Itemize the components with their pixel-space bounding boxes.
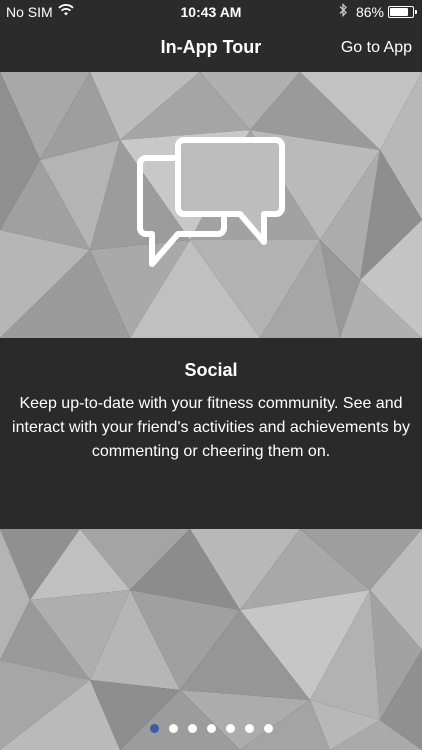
go-to-app-button[interactable]: Go to App	[341, 39, 412, 57]
app-screen: No SIM 10:43 AM 86% In-App Tour Go to Ap…	[0, 0, 422, 750]
page-dot-5[interactable]	[225, 724, 235, 733]
page-dot-3[interactable]	[187, 724, 197, 733]
chat-bubbles-icon	[137, 137, 285, 267]
battery-icon	[388, 6, 417, 18]
battery-percent: 86%	[355, 4, 384, 20]
feature-description-panel: Social Keep up-to-date with your fitness…	[0, 338, 422, 529]
page-dot-6[interactable]	[244, 724, 254, 733]
feature-title: Social	[184, 360, 238, 380]
navigation-bar: In-App Tour Go to App	[0, 24, 422, 72]
status-bar: No SIM 10:43 AM 86%	[0, 0, 422, 24]
page-dot-7[interactable]	[263, 724, 273, 733]
page-dot-4[interactable]	[206, 724, 216, 733]
page-dot-1[interactable]	[149, 724, 159, 733]
page-indicator[interactable]	[0, 724, 422, 736]
bluetooth-icon	[338, 2, 348, 20]
battery-level-fill	[390, 8, 408, 16]
battery-terminal	[415, 10, 417, 14]
page-dot-2[interactable]	[168, 724, 178, 733]
feature-description: Keep up-to-date with your fitness commun…	[12, 395, 410, 460]
